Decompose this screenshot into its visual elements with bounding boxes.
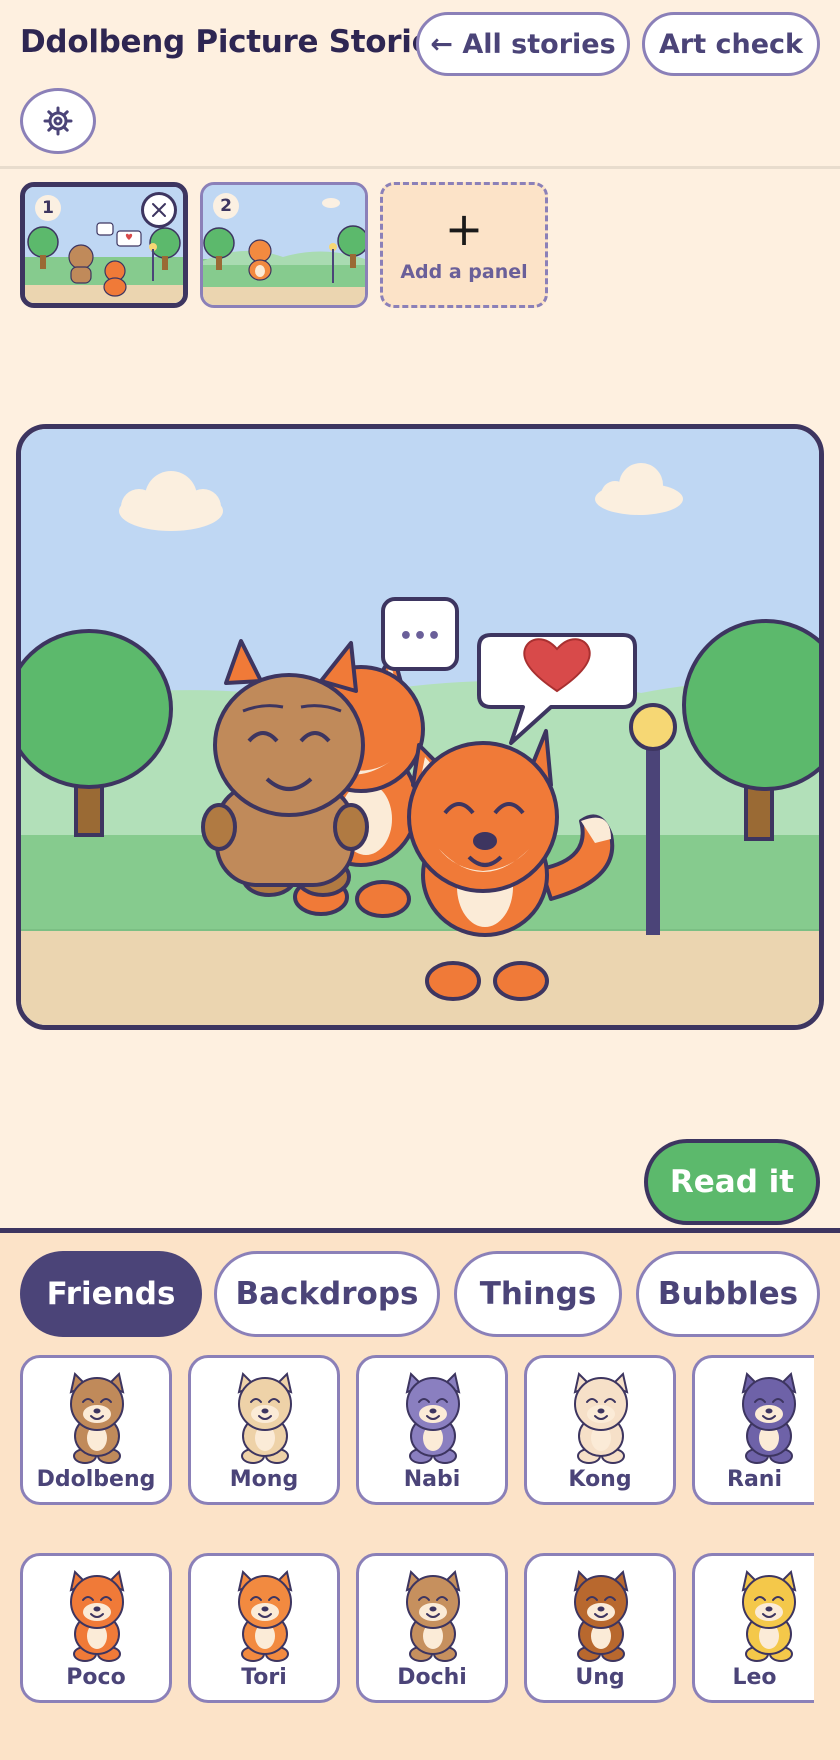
character-name: Kong (568, 1467, 632, 1492)
tab-bubbles[interactable]: Bubbles (636, 1251, 820, 1337)
character-art (237, 1372, 293, 1464)
character-art (405, 1372, 461, 1464)
character-name: Mong (229, 1467, 299, 1492)
character-card-ung[interactable]: Ung (524, 1553, 676, 1703)
close-icon (152, 203, 166, 217)
character-card-leo[interactable]: Leo (692, 1553, 814, 1703)
character-card-ddolbeng[interactable]: Ddolbeng (20, 1355, 172, 1505)
thought-dots: ••• (399, 624, 441, 649)
character-art (573, 1570, 629, 1662)
add-panel-button[interactable]: + Add a panel (380, 182, 548, 308)
character-name: Nabi (403, 1467, 461, 1492)
art-check-button[interactable]: Art check (642, 12, 820, 76)
character-art (741, 1372, 797, 1464)
character-name: Ddolbeng (36, 1467, 156, 1492)
character-card-mong[interactable]: Mong (188, 1355, 340, 1505)
read-it-button[interactable]: Read it (644, 1139, 820, 1225)
character-card-kong[interactable]: Kong (524, 1355, 676, 1505)
tab-friends[interactable]: Friends (20, 1251, 202, 1337)
character-name: Rani (727, 1467, 782, 1492)
character-art (741, 1570, 797, 1662)
settings-button[interactable] (20, 88, 96, 154)
character-name: Dochi (397, 1665, 467, 1690)
character-name: Poco (66, 1665, 126, 1690)
thought-bubble: ••• (381, 597, 459, 671)
character-art (237, 1570, 293, 1662)
panel-thumb-1[interactable]: 1 (20, 182, 188, 308)
all-stories-button[interactable]: ← All stories (416, 12, 630, 76)
asset-drawer: Friends Backdrops Things Bubbles Ddolben… (0, 1228, 840, 1760)
character-card-poco[interactable]: Poco (20, 1553, 172, 1703)
character-card-dochi[interactable]: Dochi (356, 1553, 508, 1703)
panel-number: 1 (35, 195, 61, 221)
character-art (405, 1570, 461, 1662)
panel-number: 2 (213, 193, 239, 219)
plus-icon: + (444, 202, 484, 256)
character-art (69, 1372, 125, 1464)
page-title: Ddolbeng Picture Stories (20, 24, 451, 60)
header-divider (0, 166, 840, 169)
character-card-rani[interactable]: Rani (692, 1355, 814, 1505)
gear-icon (43, 106, 73, 136)
ddolbeng-character (201, 639, 369, 897)
character-art (573, 1372, 629, 1464)
character-art (69, 1570, 125, 1662)
tab-backdrops[interactable]: Backdrops (214, 1251, 440, 1337)
delete-panel-button[interactable] (141, 192, 177, 228)
character-name: Tori (241, 1665, 287, 1690)
scene-canvas[interactable]: ••• (16, 424, 824, 1030)
tab-things[interactable]: Things (454, 1251, 622, 1337)
character-name: Leo (732, 1665, 777, 1690)
add-panel-label: Add a panel (400, 261, 528, 283)
character-card-tori[interactable]: Tori (188, 1553, 340, 1703)
character-card-nabi[interactable]: Nabi (356, 1355, 508, 1505)
character-name: Ung (575, 1665, 625, 1690)
panel-thumb-2[interactable]: 2 (200, 182, 368, 308)
scene-illustration: ••• (21, 429, 819, 1025)
